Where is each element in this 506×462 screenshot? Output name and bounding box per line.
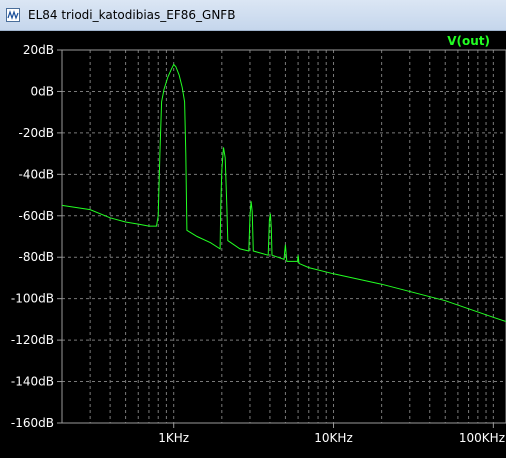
y-tick-label: -20dB <box>19 126 54 140</box>
y-tick-label: -40dB <box>19 167 54 181</box>
legend-series-name[interactable]: V(out) <box>447 34 490 48</box>
plot-frame <box>61 49 506 424</box>
x-axis-labels: 1KHz 10KHz 100KHz <box>158 423 505 445</box>
spectrum-chart[interactable]: 20dB 0dB -20dB -40dB -60dB -80dB -100dB -120dB -… <box>0 31 506 458</box>
window-title: EL84 triodi_katodibias_EF86_GNFB <box>28 8 236 22</box>
y-tick-label: -80dB <box>19 250 54 264</box>
y-tick-label: -100dB <box>11 292 54 306</box>
trace-line <box>61 63 506 322</box>
waveform-app-icon <box>6 8 20 22</box>
x-tick-label: 1KHz <box>158 431 189 445</box>
y-tick-label: -160dB <box>11 416 54 430</box>
grid-lines <box>61 49 506 424</box>
y-tick-label: 20dB <box>23 43 54 57</box>
y-tick-label: -140dB <box>11 375 54 389</box>
y-tick-label: 0dB <box>31 84 54 98</box>
app-window: EL84 triodi_katodibias_EF86_GNFB 20dB 0dB… <box>0 0 506 458</box>
x-tick-label: 10KHz <box>314 431 352 445</box>
y-axis-labels: 20dB 0dB -20dB -40dB -60dB -80dB -100dB -120dB -… <box>11 43 62 430</box>
y-tick-label: -120dB <box>11 333 54 347</box>
plot-area[interactable]: 20dB 0dB -20dB -40dB -60dB -80dB -100dB -120dB -… <box>0 31 506 458</box>
y-tick-label: -60dB <box>19 209 54 223</box>
title-bar[interactable]: EL84 triodi_katodibias_EF86_GNFB <box>0 0 506 31</box>
x-tick-label: 100KHz <box>459 431 505 445</box>
